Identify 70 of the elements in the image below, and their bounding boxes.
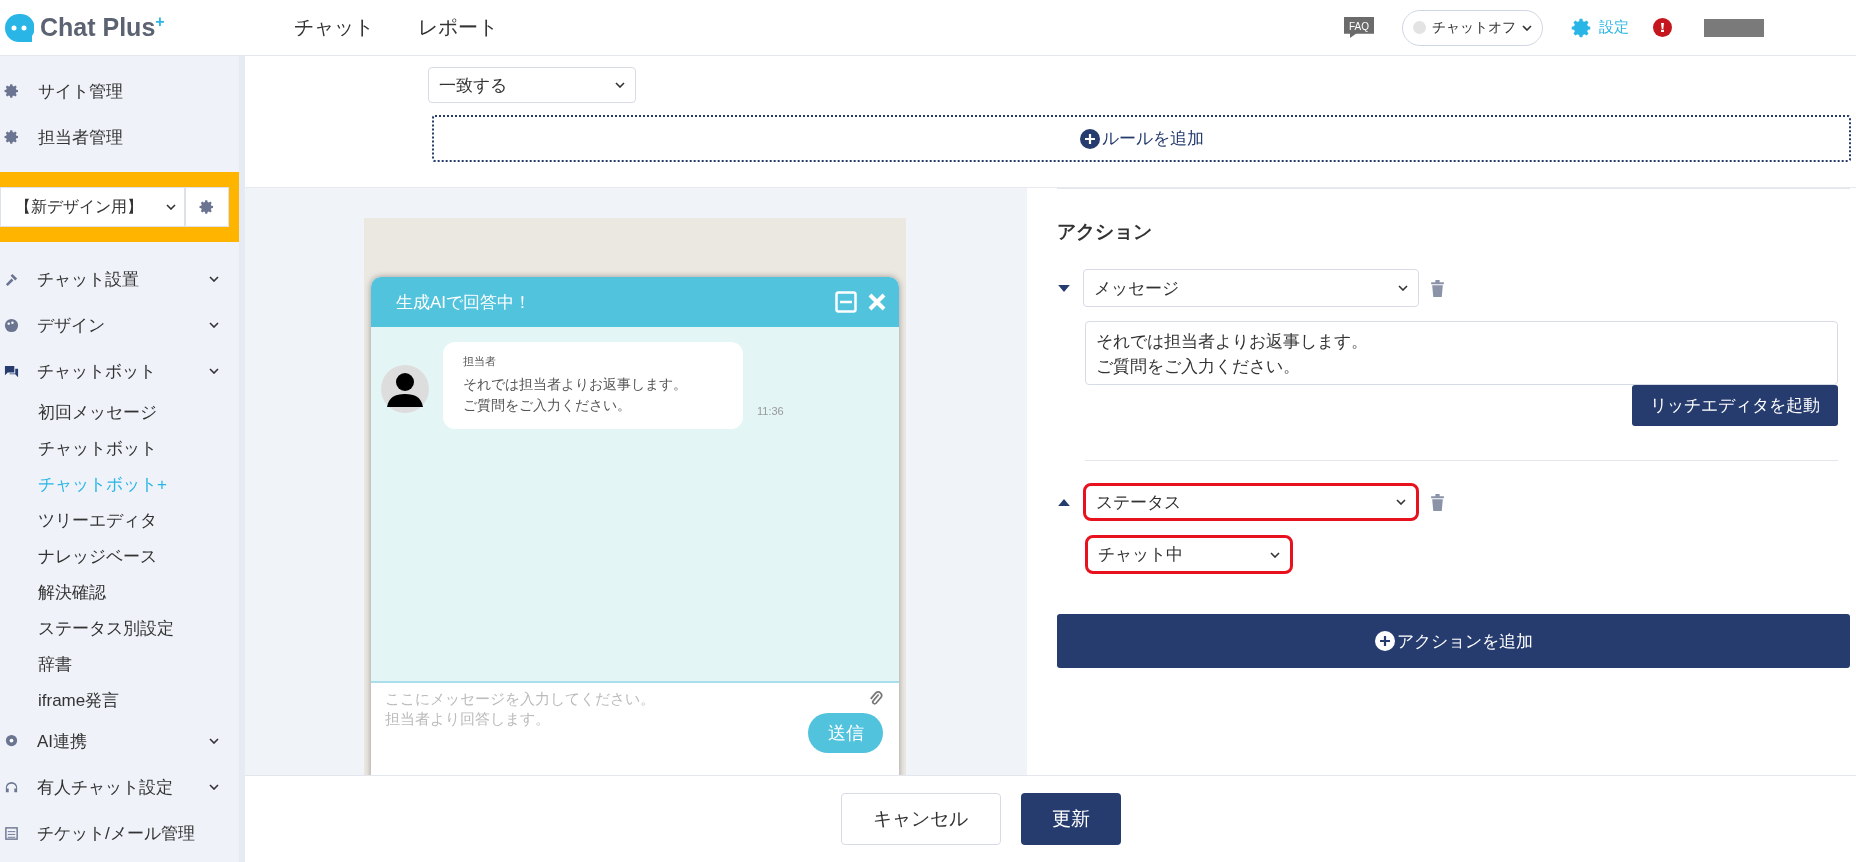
chevron-down-icon (209, 322, 219, 328)
sidebar-item[interactable]: サイト管理 (0, 68, 239, 114)
sidebar-item[interactable]: チャット設置 (0, 256, 239, 302)
trash-icon[interactable] (1431, 493, 1444, 511)
menu-icon (4, 733, 19, 749)
sidebar-item[interactable]: チャットボット (0, 348, 239, 394)
rich-editor-button[interactable]: リッチエディタを起動 (1632, 385, 1838, 426)
user-name-placeholder[interactable] (1704, 18, 1764, 37)
sidebar-subitem[interactable]: 辞書 (0, 646, 239, 682)
site-settings-button[interactable] (185, 187, 229, 227)
sidebar-subitem[interactable]: ナレッジベース (0, 538, 239, 574)
chevron-down-icon (1522, 24, 1532, 31)
menu-icon (4, 779, 19, 795)
paperclip-icon[interactable] (869, 689, 883, 707)
sidebar-subitem[interactable]: 初回メッセージ (0, 394, 239, 430)
sidebar-item[interactable]: 担当者管理 (0, 114, 239, 160)
menu-icon (4, 363, 19, 379)
message-textarea[interactable]: それでは担当者よりお返事します。 ご質問をご入力ください。 (1085, 321, 1838, 385)
chevron-down-icon (166, 204, 176, 210)
match-select[interactable]: 一致する (428, 67, 636, 103)
sidebar-item[interactable]: デザイン (0, 302, 239, 348)
message-text: それでは担当者よりお返事します。 (463, 375, 688, 394)
add-action-button[interactable]: アクションを追加 (1057, 614, 1850, 668)
plus-circle-icon (1079, 128, 1100, 149)
menu-icon (4, 825, 19, 841)
logo-text[interactable]: Chat Plus$^{+}$ (40, 12, 165, 43)
plus-circle-icon (1374, 631, 1395, 651)
update-button[interactable]: 更新 (1020, 793, 1121, 845)
trash-icon[interactable] (1431, 279, 1444, 297)
chevron-down-icon (1270, 551, 1280, 558)
menu-icon (4, 271, 19, 287)
site-select[interactable]: 【新デザイン用】 (0, 187, 185, 227)
action-type-select[interactable]: ステータス (1083, 483, 1419, 521)
add-rule-button[interactable]: ルールを追加 (432, 115, 1851, 162)
avatar-icon (381, 365, 429, 413)
action-type-select[interactable]: メッセージ (1083, 269, 1419, 307)
widget-title: 生成AIで回答中！ (396, 291, 533, 314)
gear-icon (4, 83, 20, 99)
chevron-down-icon (209, 784, 219, 790)
sidebar-subitem[interactable]: 解決確認 (0, 574, 239, 610)
chevron-down-icon (615, 82, 625, 88)
message-text: ご質問をご入力ください。 (463, 395, 632, 415)
chat-bubble-logo-icon (4, 12, 34, 43)
gear-icon (199, 199, 215, 215)
caret-down-icon[interactable] (1057, 284, 1071, 292)
faq-button[interactable]: FAQ (1344, 17, 1374, 38)
sidebar-subitem[interactable]: ステータス別設定 (0, 610, 239, 646)
sidebar-subitem[interactable]: iframe発言 (0, 682, 239, 718)
caret-up-icon[interactable] (1057, 498, 1071, 506)
chevron-down-icon (209, 738, 219, 744)
menu-icon (4, 317, 19, 333)
cancel-button[interactable]: キャンセル (840, 793, 1001, 845)
sidebar-subitem[interactable]: ツリーエディタ (0, 502, 239, 538)
sidebar-subitem[interactable]: チャットボット (0, 430, 239, 466)
nav-tab[interactable]: チャット (272, 14, 396, 41)
section-heading: アクション (1057, 220, 1153, 244)
chevron-down-icon (1398, 285, 1408, 291)
message-time: 11:36 (757, 405, 784, 417)
gear-icon (4, 129, 20, 145)
alert-icon[interactable] (1653, 18, 1672, 37)
chevron-down-icon (1396, 499, 1406, 505)
chevron-down-icon (209, 276, 219, 282)
nav-tab[interactable]: レポート (396, 14, 520, 41)
gear-icon (1571, 16, 1593, 39)
sidebar-item[interactable]: 有人チャット設定 (0, 764, 239, 810)
status-select[interactable]: チャット中 (1085, 535, 1293, 574)
sender-name: 担当者 (463, 354, 497, 369)
chevron-down-icon (209, 368, 219, 374)
sidebar-item[interactable]: AI連携 (0, 718, 239, 764)
sidebar-item[interactable]: チケット/メール管理 (0, 810, 239, 856)
